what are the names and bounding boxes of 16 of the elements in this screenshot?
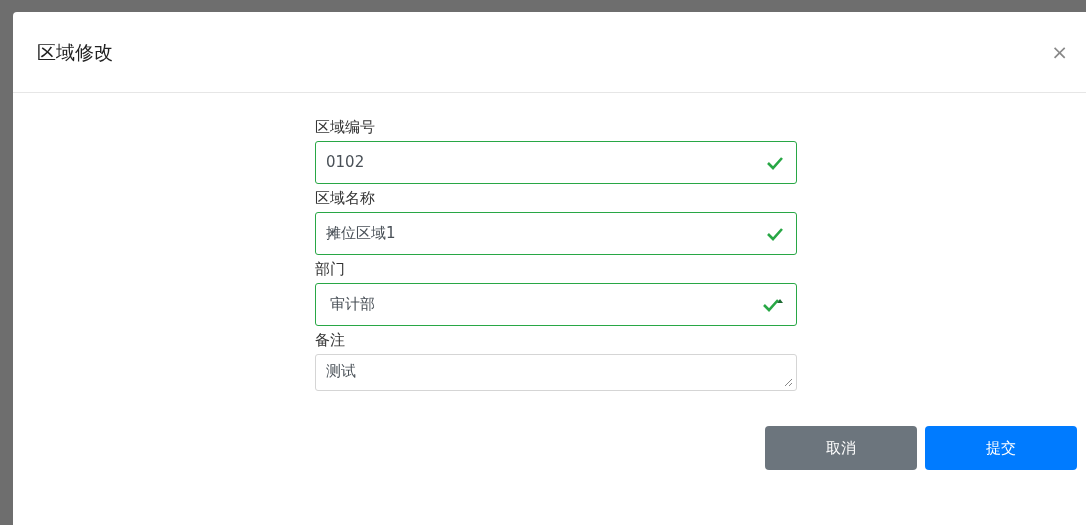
input-field[interactable]: 摊位区域1	[315, 212, 797, 255]
check-icon	[766, 155, 784, 170]
input-field[interactable]: 0102	[315, 141, 797, 184]
field-label: 部门	[315, 259, 346, 279]
resize-grip-icon[interactable]	[784, 378, 793, 387]
close-button[interactable]: ×	[1047, 42, 1072, 62]
select-field[interactable]: 审计部	[315, 283, 797, 326]
cancel-button[interactable]: 取消	[765, 426, 917, 470]
dialog-title: 区域修改	[37, 39, 113, 65]
check-icon	[762, 297, 784, 312]
field-label: 区域名称	[315, 188, 376, 208]
field-label: 备注	[315, 330, 346, 350]
text-area[interactable]: 测试	[315, 354, 797, 391]
check-icon	[766, 226, 784, 241]
field-label: 区域编号	[315, 117, 376, 137]
submit-button[interactable]: 提交	[925, 426, 1077, 470]
